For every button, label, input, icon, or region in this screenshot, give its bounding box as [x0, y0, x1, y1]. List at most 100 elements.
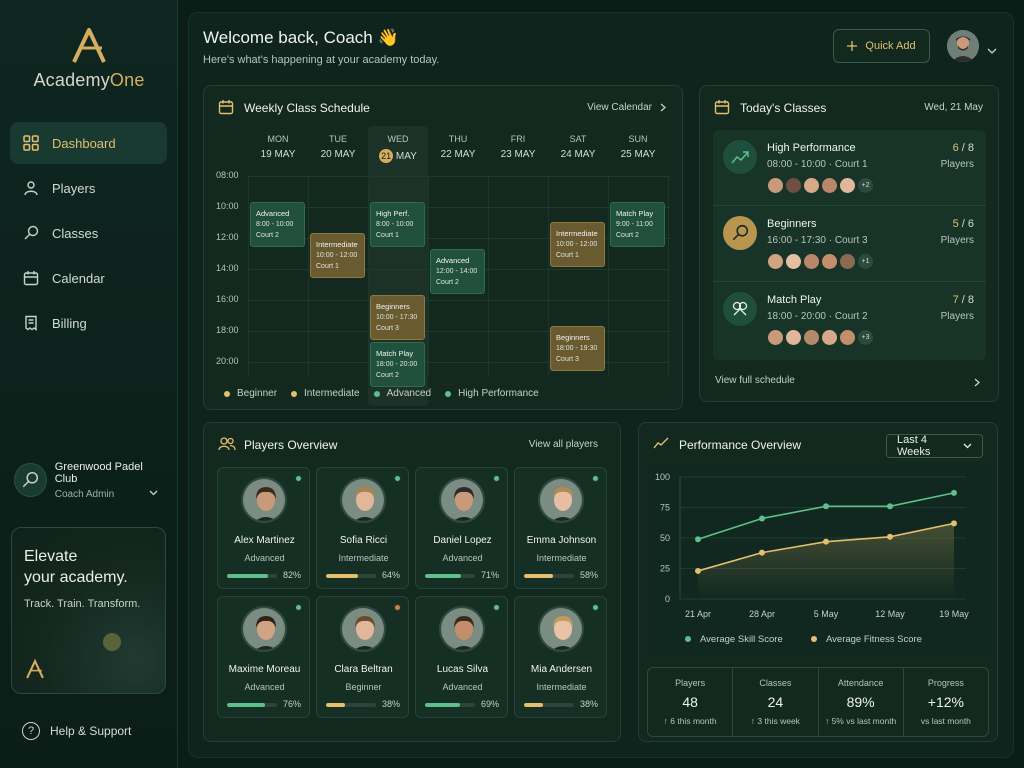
player-avatars: +2 [767, 177, 875, 194]
player-card[interactable]: Mia Andersen Intermediate 38% [514, 596, 607, 718]
player-name: Lucas Silva [436, 664, 489, 675]
schedule-event[interactable]: Beginners 18:00 - 19:30 Court 3 [550, 326, 605, 371]
ball-image [103, 633, 121, 651]
time-label: 14:00 [216, 263, 239, 273]
class-row-beginners[interactable]: Beginners 16:00 - 17:30 · Court 3 5 / 6 … [713, 206, 986, 282]
chevron-right-icon[interactable] [974, 374, 980, 392]
day-header-fri[interactable]: FRI 23 MAY [488, 134, 548, 160]
status-dot [493, 604, 500, 611]
class-row-match-play[interactable]: Match Play 18:00 - 20:00 · Court 2 7 / 8… [713, 282, 986, 358]
date-range-select[interactable]: Last 4 Weeks [886, 434, 983, 458]
view-full-schedule-link[interactable]: View full schedule [715, 375, 795, 386]
player-card[interactable]: Lucas Silva Advanced 69% [415, 596, 508, 718]
progress-percent: 58% [579, 570, 598, 580]
view-all-players-link[interactable]: View all players [529, 439, 598, 450]
player-card[interactable]: Sofia Ricci Intermediate 64% [316, 467, 409, 589]
avatar [439, 606, 485, 652]
schedule-event[interactable]: Match Play 9:00 - 11:00 Court 2 [610, 202, 665, 247]
players-grid: Alex Martinez Advanced 82% Sofia Ricci Inter… [217, 467, 607, 718]
schedule-event[interactable]: Match Play 18:00 - 20:00 Court 2 [370, 341, 425, 387]
brand-logo[interactable]: AcademyOne [0, 26, 178, 91]
day-header-mon[interactable]: MON 19 MAY [248, 134, 308, 160]
progress-bar [425, 574, 475, 578]
x-tick-label: 5 May [814, 609, 839, 619]
progress-bar [524, 574, 574, 578]
class-row-high-performance[interactable]: High Performance 08:00 - 10:00 · Court 1… [713, 130, 986, 206]
data-point [823, 503, 829, 510]
schedule-event[interactable]: Intermediate 10:00 - 12:00 Court 1 [550, 222, 605, 268]
view-calendar-link[interactable]: View Calendar [587, 102, 666, 113]
legend-label: Average Skill Score [700, 634, 783, 645]
schedule-event[interactable]: Beginners 10:00 - 17:30 Court 3 [370, 295, 425, 340]
status-dot [295, 604, 302, 611]
progress-bar [227, 703, 277, 707]
data-point [887, 503, 893, 510]
nav-item-dashboard[interactable]: Dashboard [10, 122, 167, 164]
user-avatar[interactable] [947, 30, 979, 62]
nav-item-players[interactable]: Players [10, 167, 167, 209]
page-subtitle: Here's what's happening at your academy … [203, 54, 440, 66]
player-card[interactable]: Emma Johnson Intermediate 58% [514, 467, 607, 589]
progress-fill [326, 574, 358, 578]
nav-item-calendar[interactable]: Calendar [10, 257, 167, 299]
today-date: Wed, 21 May [924, 102, 983, 113]
player-name: Mia Andersen [530, 664, 593, 675]
schedule-legend: Beginner Intermediate Advanced High Perf… [224, 388, 539, 399]
legend-item-intermediate: Intermediate [291, 388, 360, 399]
nav-item-billing[interactable]: Billing [10, 302, 167, 344]
data-point [759, 515, 765, 522]
player-card[interactable]: Maxime Moreau Advanced 76% [217, 596, 310, 718]
weekly-schedule-card: Weekly Class Schedule View Calendar MON 1… [203, 85, 683, 410]
help-label: Help & Support [50, 724, 132, 738]
progress-bar [326, 574, 376, 578]
data-point [759, 549, 765, 556]
schedule-event[interactable]: Intermediate 10:00 - 12:00 Court 1 [310, 233, 365, 278]
promo-card: Elevate your academy. Track. Train. Tran… [11, 527, 166, 694]
progress-fill [425, 703, 460, 707]
schedule-event[interactable]: Advanced 8:00 - 10:00 Court 2 [250, 202, 305, 247]
user-icon [22, 179, 40, 197]
player-card[interactable]: Daniel Lopez Advanced 71% [415, 467, 508, 589]
day-header-sun[interactable]: SUN 25 MAY [608, 134, 668, 160]
grid-column-line [668, 176, 669, 376]
club-role: Coach Admin [54, 488, 115, 500]
day-header-wed[interactable]: WED 21 MAY [368, 134, 428, 163]
data-point [823, 538, 829, 545]
player-level: Advanced [442, 553, 483, 563]
club-switcher[interactable]: Greenwood Padel Club Coach Admin [14, 460, 164, 500]
chevron-down-icon [963, 443, 972, 449]
calendar-icon [714, 99, 730, 120]
progress-fill [524, 574, 553, 578]
promo-tagline: Track. Train. Transform. [24, 598, 141, 610]
stat-attendance: Attendance 89% ↑ 5% vs last month [819, 668, 904, 736]
brand-name: AcademyOne [33, 70, 145, 90]
player-card[interactable]: Alex Martinez Advanced 82% [217, 467, 310, 589]
time-label: 10:00 [216, 201, 239, 211]
status-dot [394, 604, 401, 611]
schedule-event[interactable]: High Perf. 8:00 - 10:00 Court 1 [370, 202, 425, 247]
help-support-link[interactable]: ? Help & Support [22, 722, 131, 740]
quick-add-button[interactable]: Quick Add [833, 29, 930, 63]
x-tick-label: 28 Apr [749, 609, 775, 619]
nav-label: Players [52, 180, 96, 196]
schedule-event[interactable]: Advanced 12:00 - 14:00 Court 2 [430, 248, 485, 294]
player-level: Advanced [244, 682, 285, 692]
crossed-rackets-icon [723, 292, 757, 326]
promo-title: Elevate your academy. [24, 548, 128, 586]
chevron-down-icon[interactable] [987, 41, 997, 59]
line-chart: 0 25 50 75 100 21 Apr 28 Apr 5 May 12 May 19 May A… [655, 472, 969, 645]
player-level: Beginner [345, 682, 382, 692]
day-header-tue[interactable]: TUE 20 MAY [308, 134, 368, 160]
day-header-sat[interactable]: SAT 24 MAY [548, 134, 608, 160]
grid-line [248, 176, 670, 177]
nav-label: Billing [52, 315, 87, 331]
grid-line [248, 300, 670, 301]
day-header-thu[interactable]: THU 22 MAY [428, 134, 488, 160]
avatar [340, 477, 386, 523]
grid-column-line [488, 176, 489, 376]
card-title: Today's Classes [740, 101, 827, 115]
avatar [241, 477, 287, 523]
progress-fill [524, 703, 543, 707]
nav-item-classes[interactable]: Classes [10, 212, 167, 254]
player-card[interactable]: Clara Beltran Beginner 38% [316, 596, 409, 718]
